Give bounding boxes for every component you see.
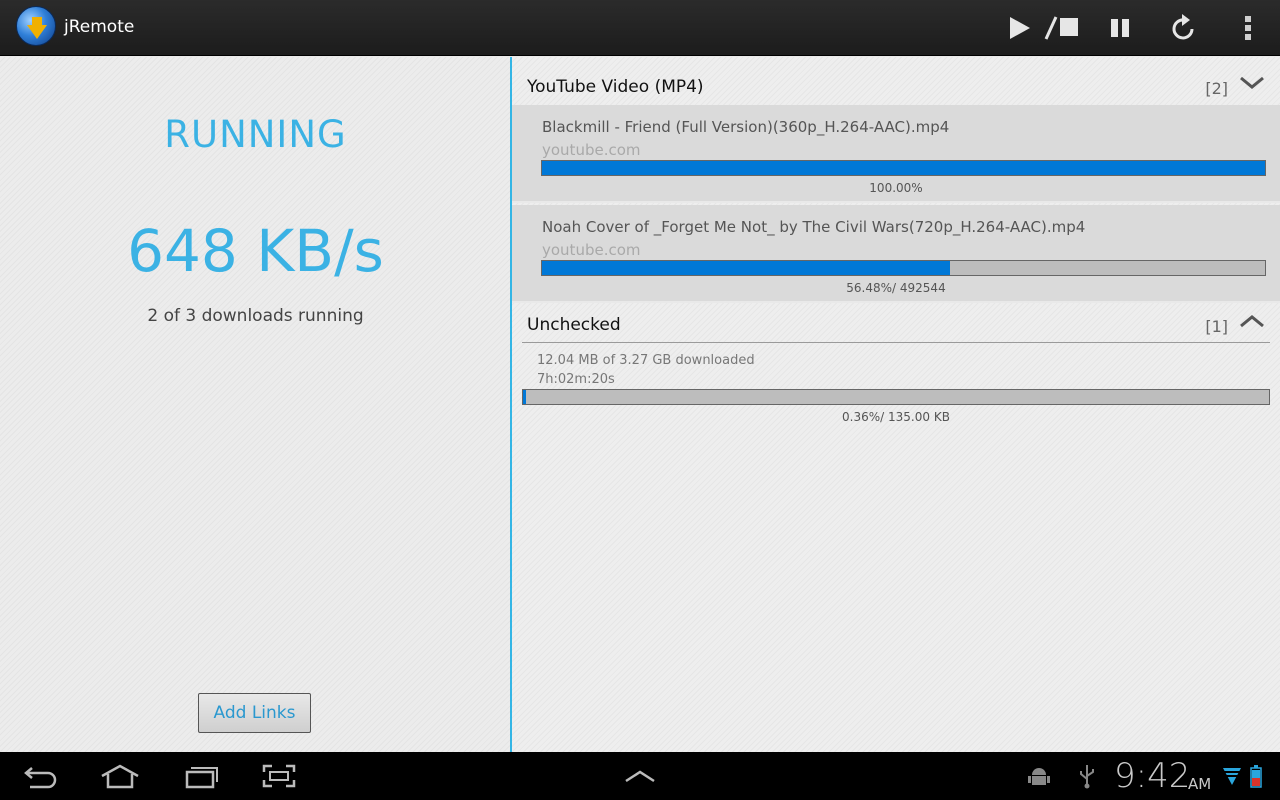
group-eta-text: 7h:02m:20s xyxy=(537,372,615,387)
group-downloaded-text: 12.04 MB of 3.27 GB downloaded xyxy=(537,353,755,368)
recent-apps-icon xyxy=(185,767,218,789)
download-progress-bar xyxy=(541,260,1266,276)
home-icon xyxy=(101,764,139,789)
back-icon xyxy=(24,767,57,789)
download-speed: 648 KB/s xyxy=(127,217,384,285)
download-host: youtube.com xyxy=(542,141,641,159)
app-drawer-button[interactable] xyxy=(620,760,660,792)
add-links-button[interactable]: Add Links xyxy=(198,693,311,733)
download-progress-bar xyxy=(541,160,1266,176)
play-stop-button[interactable] xyxy=(996,8,1082,48)
system-navigation-bar: 9:42 AM xyxy=(0,752,1280,800)
status-pane: RUNNING 648 KB/s 2 of 3 downloads runnin… xyxy=(0,57,511,752)
app-title: jRemote xyxy=(64,17,135,37)
progress-fill xyxy=(542,161,1265,175)
download-item[interactable]: Blackmill - Friend (Full Version)(360p_H… xyxy=(512,105,1280,203)
pause-icon xyxy=(1111,19,1129,37)
group-divider xyxy=(522,342,1270,343)
recent-apps-button[interactable] xyxy=(180,760,222,792)
chevron-down-icon[interactable] xyxy=(1238,73,1266,93)
android-debug-icon xyxy=(1024,760,1054,792)
battery-icon xyxy=(1246,760,1266,792)
screenshot-icon xyxy=(262,764,296,788)
pause-button[interactable] xyxy=(1100,8,1140,48)
chevron-up-icon xyxy=(625,770,655,783)
download-progress-text: 56.48%/ 492544 xyxy=(846,281,946,295)
home-button[interactable] xyxy=(98,760,142,792)
clock-ampm: AM xyxy=(1188,775,1212,793)
refresh-icon xyxy=(1172,14,1194,40)
download-list-pane: YouTube Video (MP4) [2] Blackmill - Frie… xyxy=(512,57,1280,752)
group-count: [2] xyxy=(1205,79,1228,98)
download-status: RUNNING xyxy=(164,113,347,156)
group-count: [1] xyxy=(1205,317,1228,336)
overflow-menu-button[interactable] xyxy=(1234,8,1262,48)
back-button[interactable] xyxy=(20,760,60,792)
download-progress-text: 100.00% xyxy=(869,181,923,195)
group-title: Unchecked xyxy=(527,315,621,335)
progress-fill xyxy=(542,261,951,275)
chevron-up-icon[interactable] xyxy=(1238,311,1266,331)
more-vert-icon xyxy=(1245,16,1251,40)
refresh-button[interactable] xyxy=(1164,8,1204,48)
app-logo-icon[interactable] xyxy=(16,6,56,46)
action-bar: jRemote xyxy=(0,0,1280,56)
clock-time: 9:42 xyxy=(1114,756,1191,796)
group-header-unchecked[interactable]: Unchecked [1] xyxy=(512,295,1280,343)
play-stop-icon xyxy=(1010,16,1078,40)
group-title: YouTube Video (MP4) xyxy=(527,77,704,97)
usb-icon xyxy=(1072,760,1102,792)
downloads-running-text: 2 of 3 downloads running xyxy=(147,306,364,326)
group-progress-text: 0.36%/ 135.00 KB xyxy=(842,410,950,424)
screenshot-button[interactable] xyxy=(258,760,300,792)
download-file-name: Blackmill - Friend (Full Version)(360p_H… xyxy=(542,118,950,136)
wifi-icon xyxy=(1220,760,1244,792)
download-item[interactable]: Noah Cover of _Forget Me Not_ by The Civ… xyxy=(512,205,1280,303)
progress-fill xyxy=(523,390,526,404)
group-progress-bar xyxy=(522,389,1270,405)
download-file-name: Noah Cover of _Forget Me Not_ by The Civ… xyxy=(542,218,1086,236)
download-host: youtube.com xyxy=(542,241,641,259)
group-header-youtube[interactable]: YouTube Video (MP4) [2] xyxy=(512,57,1280,105)
